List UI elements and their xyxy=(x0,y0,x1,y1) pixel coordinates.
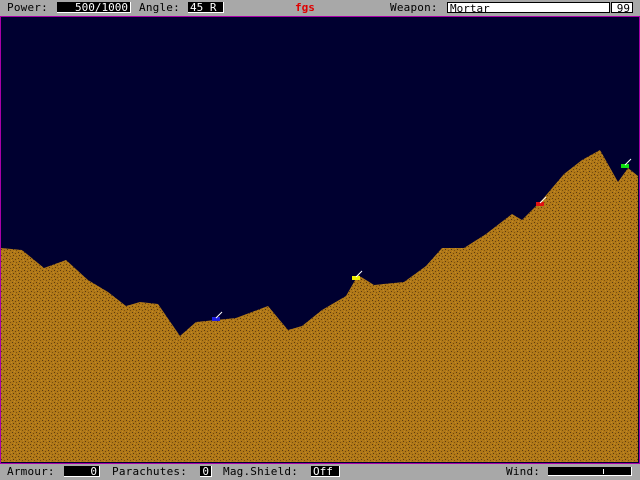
wind-gauge xyxy=(548,467,632,476)
shield-label: Mag.Shield: xyxy=(223,465,299,478)
game-playfield[interactable] xyxy=(0,16,640,464)
status-bar-top: Power: 500/1000 Angle: 45 R fgs Weapon: … xyxy=(0,0,640,16)
weapon-count: 99 xyxy=(611,2,633,13)
angle-value: 45 R xyxy=(188,2,224,13)
wind-label: Wind: xyxy=(506,465,541,478)
parachutes-value: 0 xyxy=(200,466,212,477)
power-label: Power: xyxy=(7,1,48,14)
shield-value: Off xyxy=(311,466,340,477)
weapon-label: Weapon: xyxy=(390,1,438,14)
power-value: 500/1000 xyxy=(57,2,131,13)
battlefield xyxy=(1,17,639,463)
angle-label: Angle: xyxy=(139,1,180,14)
status-bar-bottom: Armour: 0 Parachutes: 0 Mag.Shield: Off … xyxy=(0,464,640,480)
armour-label: Armour: xyxy=(7,465,55,478)
player-name: fgs xyxy=(295,1,315,14)
weapon-value[interactable]: Mortar xyxy=(447,2,610,13)
armour-value: 0 xyxy=(64,466,100,477)
wind-indicator xyxy=(603,469,604,474)
parachutes-label: Parachutes: xyxy=(112,465,188,478)
